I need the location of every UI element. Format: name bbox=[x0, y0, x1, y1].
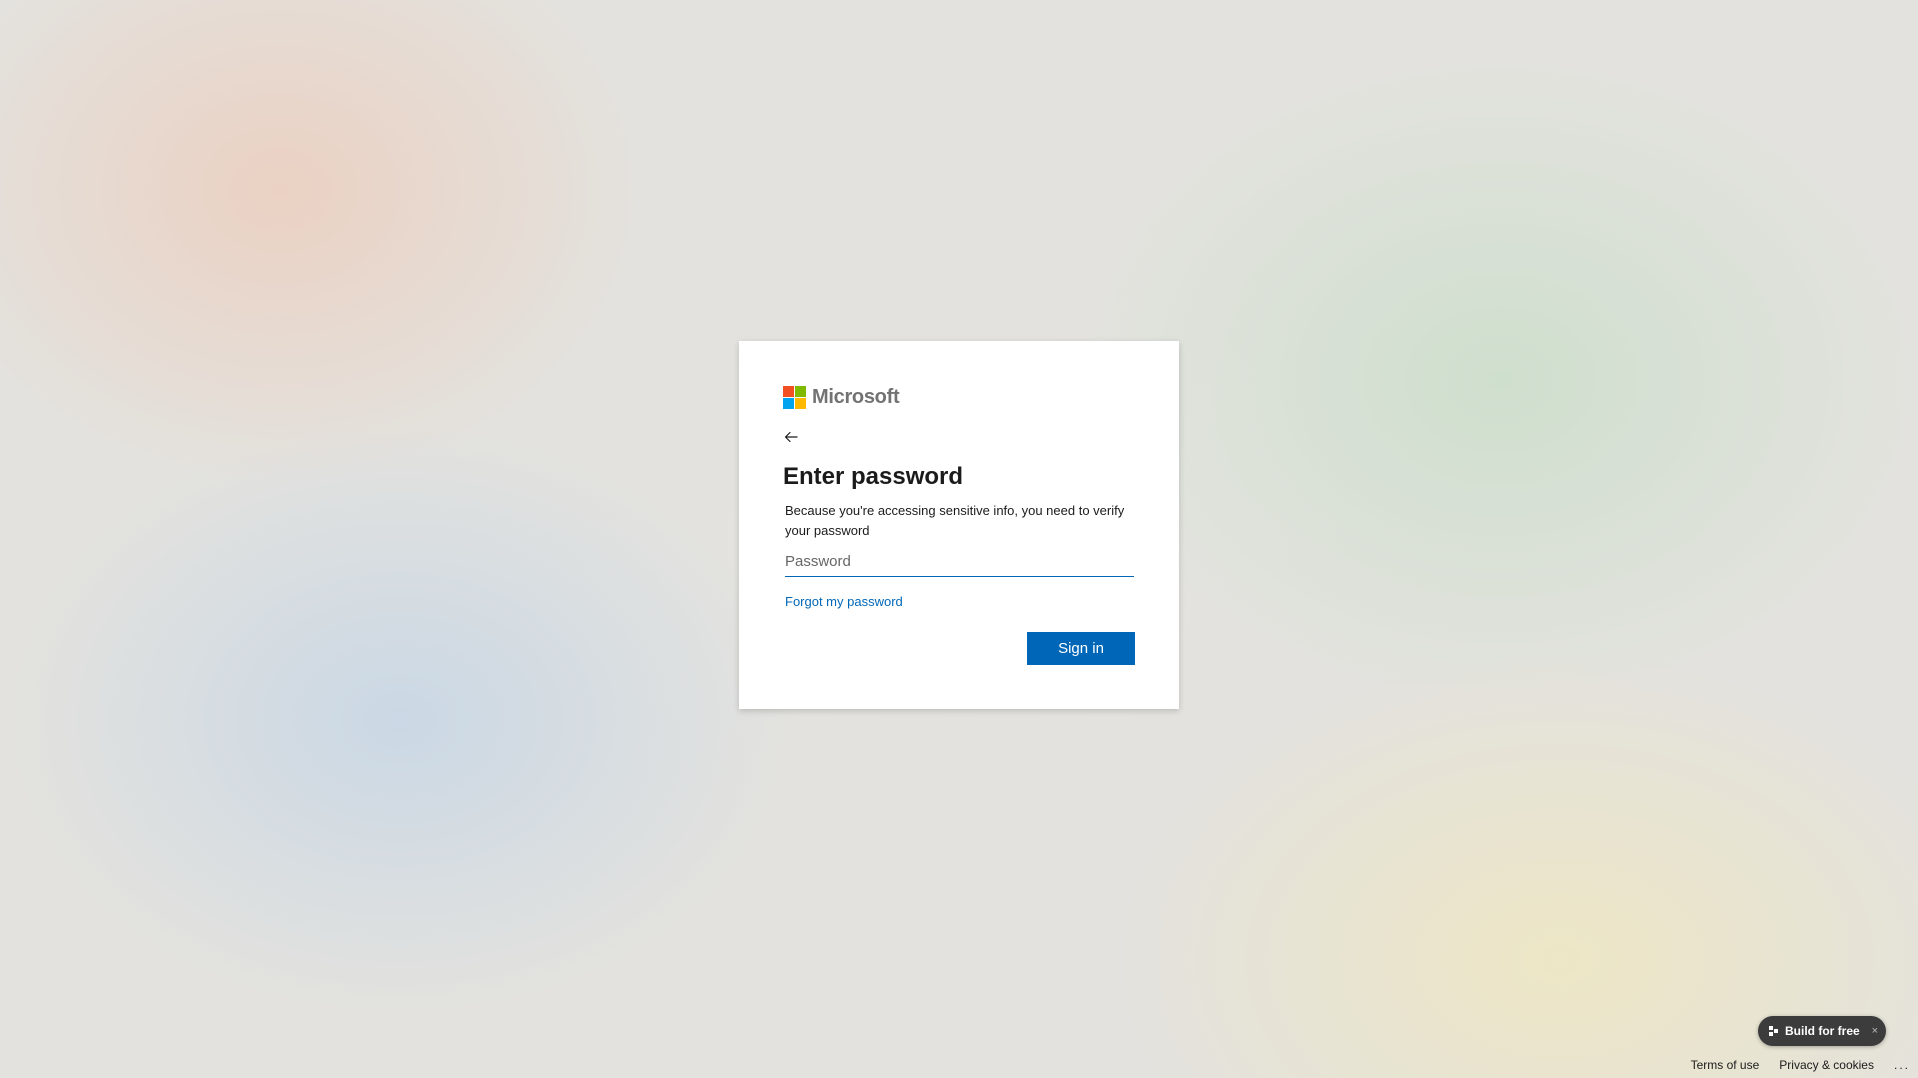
build-icon bbox=[1768, 1025, 1780, 1037]
sign-in-card: Microsoft Enter password Because you're … bbox=[739, 341, 1179, 709]
brand-name: Microsoft bbox=[812, 385, 900, 408]
privacy-cookies-link[interactable]: Privacy & cookies bbox=[1779, 1058, 1874, 1072]
build-for-free-badge[interactable]: Build for free × bbox=[1758, 1016, 1886, 1046]
close-icon[interactable]: × bbox=[1872, 1025, 1878, 1037]
build-for-free-label[interactable]: Build for free bbox=[1785, 1024, 1860, 1038]
more-options-button[interactable]: ... bbox=[1894, 1058, 1910, 1072]
forgot-password-link[interactable]: Forgot my password bbox=[785, 594, 903, 609]
terms-of-use-link[interactable]: Terms of use bbox=[1691, 1058, 1760, 1072]
page-title: Enter password bbox=[783, 463, 964, 490]
microsoft-logo: Microsoft bbox=[783, 385, 900, 409]
arrow-left-icon bbox=[784, 431, 798, 443]
back-button[interactable] bbox=[779, 425, 803, 449]
microsoft-logo-icon bbox=[783, 385, 806, 409]
description-text: Because you're accessing sensitive info,… bbox=[785, 503, 1125, 538]
sign-in-button[interactable]: Sign in bbox=[1027, 632, 1135, 665]
password-input[interactable] bbox=[785, 547, 1134, 577]
footer: Terms of use Privacy & cookies ... bbox=[1671, 1056, 1910, 1074]
